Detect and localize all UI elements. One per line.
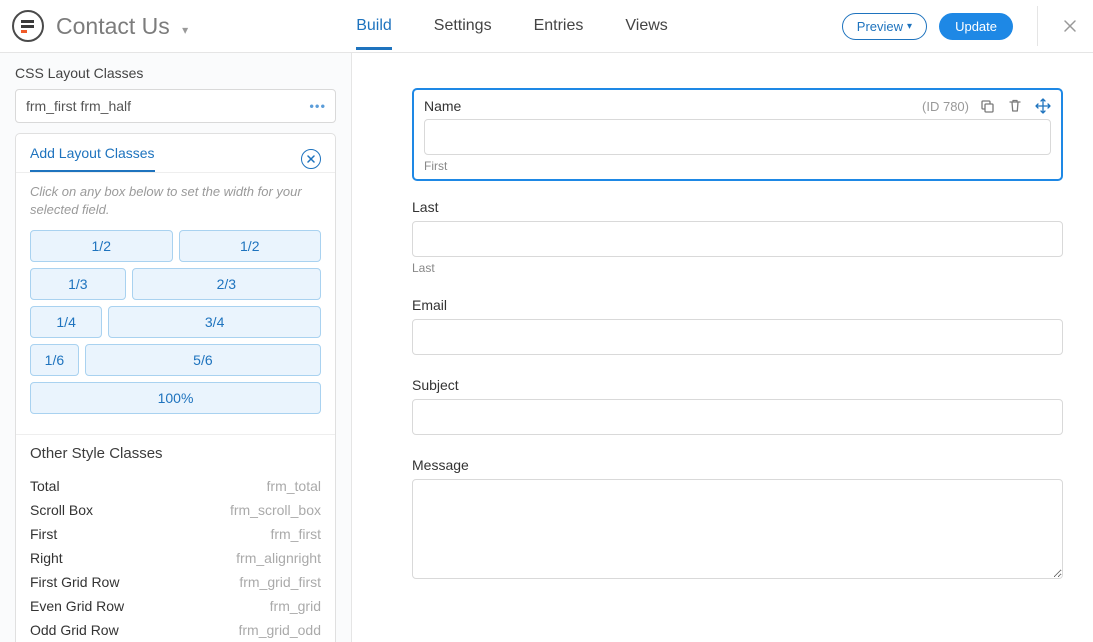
update-button[interactable]: Update bbox=[939, 13, 1013, 40]
list-item[interactable]: First Grid Rowfrm_grid_first bbox=[30, 570, 321, 594]
message-input[interactable] bbox=[412, 479, 1063, 579]
app-header: Contact Us ▾ Build Settings Entries View… bbox=[0, 0, 1093, 53]
field-label: Email bbox=[412, 297, 1063, 313]
field-name-selected[interactable]: Name (ID 780) First bbox=[412, 88, 1063, 181]
tab-build[interactable]: Build bbox=[356, 2, 392, 50]
close-icon[interactable] bbox=[1062, 18, 1078, 34]
header-actions: Preview ▾ Update bbox=[842, 6, 1078, 46]
field-label: Name bbox=[424, 98, 461, 114]
layout-half[interactable]: 1/2 bbox=[30, 230, 173, 262]
layout-third[interactable]: 1/3 bbox=[30, 268, 126, 300]
tab-settings[interactable]: Settings bbox=[434, 2, 492, 50]
field-email[interactable]: Email bbox=[412, 297, 1063, 355]
preview-button[interactable]: Preview ▾ bbox=[842, 13, 927, 40]
list-item[interactable]: Odd Grid Rowfrm_grid_odd bbox=[30, 618, 321, 642]
formidable-logo-icon bbox=[21, 19, 35, 33]
layout-full[interactable]: 100% bbox=[30, 382, 321, 414]
duplicate-icon[interactable] bbox=[979, 98, 995, 114]
field-last[interactable]: Last Last bbox=[412, 199, 1063, 275]
chevron-down-icon: ▾ bbox=[907, 21, 912, 32]
close-icon[interactable] bbox=[301, 149, 321, 169]
layout-five-sixths[interactable]: 5/6 bbox=[85, 344, 321, 376]
field-sublabel: Last bbox=[412, 261, 1063, 275]
list-item[interactable]: Firstfrm_first bbox=[30, 522, 321, 546]
field-id: (ID 780) bbox=[922, 99, 969, 114]
panel-hint: Click on any box below to set the width … bbox=[16, 172, 335, 226]
form-canvas: Name (ID 780) First Last bbox=[352, 53, 1093, 642]
trash-icon[interactable] bbox=[1007, 98, 1023, 114]
move-icon[interactable] bbox=[1035, 98, 1051, 114]
sidebar: CSS Layout Classes ••• Add Layout Classe… bbox=[0, 53, 352, 642]
layout-two-thirds[interactable]: 2/3 bbox=[132, 268, 321, 300]
layout-half[interactable]: 1/2 bbox=[179, 230, 322, 262]
subject-input[interactable] bbox=[412, 399, 1063, 435]
css-classes-label: CSS Layout Classes bbox=[15, 65, 336, 81]
field-label: Last bbox=[412, 199, 1063, 215]
list-item[interactable]: Scroll Boxfrm_scroll_box bbox=[30, 498, 321, 522]
page-title[interactable]: Contact Us ▾ bbox=[56, 13, 188, 40]
main-tabs: Build Settings Entries Views bbox=[356, 2, 668, 50]
layout-three-quarters[interactable]: 3/4 bbox=[108, 306, 321, 338]
field-sublabel: First bbox=[424, 159, 1051, 173]
separator bbox=[1037, 6, 1038, 46]
list-item[interactable]: Totalfrm_total bbox=[30, 474, 321, 498]
name-input[interactable] bbox=[424, 119, 1051, 155]
tab-views[interactable]: Views bbox=[625, 2, 667, 50]
field-label: Message bbox=[412, 457, 1063, 473]
field-message[interactable]: Message bbox=[412, 457, 1063, 582]
layout-panel: Add Layout Classes Click on any box belo… bbox=[15, 133, 336, 642]
field-subject[interactable]: Subject bbox=[412, 377, 1063, 435]
last-input[interactable] bbox=[412, 221, 1063, 257]
more-icon[interactable]: ••• bbox=[309, 99, 326, 114]
list-item[interactable]: Even Grid Rowfrm_grid bbox=[30, 594, 321, 618]
list-item[interactable]: Rightfrm_alignright bbox=[30, 546, 321, 570]
layout-sixth[interactable]: 1/6 bbox=[30, 344, 79, 376]
layout-quarter[interactable]: 1/4 bbox=[30, 306, 102, 338]
tab-entries[interactable]: Entries bbox=[534, 2, 584, 50]
field-label: Subject bbox=[412, 377, 1063, 393]
other-classes-list: Totalfrm_total Scroll Boxfrm_scroll_box … bbox=[16, 472, 335, 642]
app-logo bbox=[12, 10, 44, 42]
panel-tab-add-layout[interactable]: Add Layout Classes bbox=[30, 145, 155, 172]
layout-grid: 1/2 1/2 1/3 2/3 1/4 3/4 1/6 5/6 100% bbox=[16, 226, 335, 434]
other-classes-heading: Other Style Classes bbox=[16, 434, 335, 472]
email-input[interactable] bbox=[412, 319, 1063, 355]
css-classes-input[interactable] bbox=[15, 89, 336, 123]
chevron-down-icon[interactable]: ▾ bbox=[182, 23, 188, 37]
